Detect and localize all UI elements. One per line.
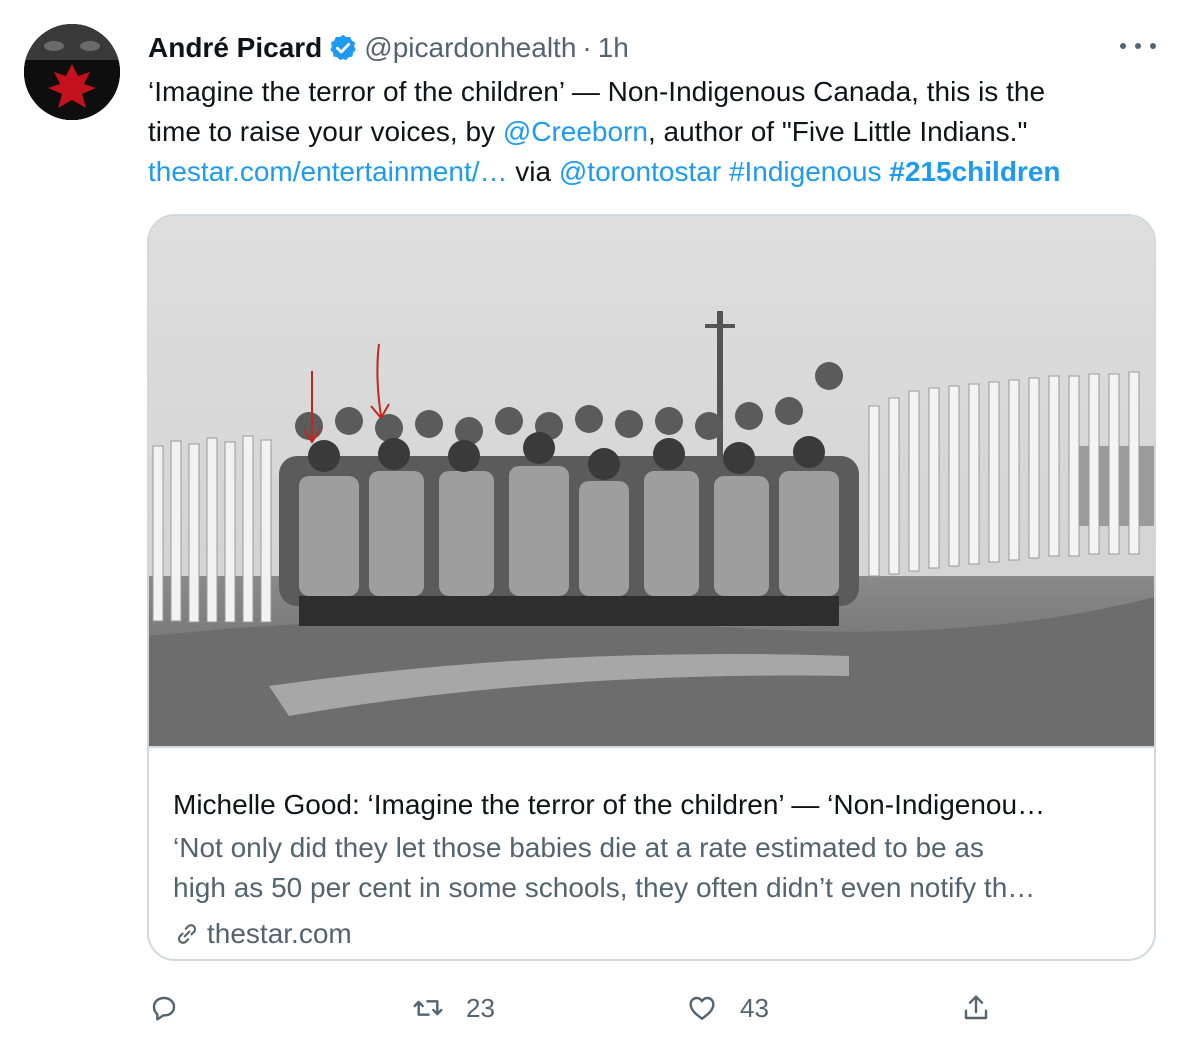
tweet-actions: 23 43 [148,986,1158,1030]
card-domain-text: thestar.com [207,918,352,949]
card-description-line: ‘Not only did they let those babies die … [173,832,984,863]
avatar[interactable] [24,24,120,120]
separator: · [582,32,592,63]
tweet-text-segment: , author of "Five Little Indians." [647,116,1028,147]
card-description: ‘Not only did they let those babies die … [173,828,1133,908]
like-button[interactable]: 43 [686,986,769,1030]
retweet-button[interactable]: 23 [412,986,495,1030]
tweet-line-3: thestar.com/entertainment/… via @toronto… [148,152,1158,192]
more-icon[interactable] [1120,32,1156,60]
avatar-image [24,24,120,120]
like-icon [689,996,715,1020]
author-name[interactable]: André Picard [148,32,322,64]
card-domain: thestar.com [173,918,352,950]
hashtag-indigenous[interactable]: #Indigenous [729,156,882,187]
card-body: Michelle Good: ‘Imagine the terror of th… [149,746,1154,959]
mention-creeborn[interactable]: @Creeborn [503,116,648,147]
card-image [149,216,1154,746]
reply-button[interactable] [148,986,180,1030]
tweet-text: ‘Imagine the terror of the children’ — N… [148,72,1158,192]
tweet-text-segment: time to raise your voices, by [148,116,503,147]
retweet-count: 23 [466,992,495,1023]
author-handle[interactable]: @picardonhealth [364,32,576,64]
mention-torontostar[interactable]: @torontostar [559,156,721,187]
timestamp[interactable]: 1h [598,32,629,64]
link-icon [177,924,197,944]
verified-icon [330,34,357,61]
tweet: André Picard @picardonhealth · 1h ‘Imagi… [0,0,1184,1044]
hashtag-215children[interactable]: #215children [889,156,1060,187]
tweet-line-1: ‘Imagine the terror of the children’ — N… [148,76,1046,107]
article-link[interactable]: thestar.com/entertainment/… [148,156,508,187]
retweet-icon [413,1000,443,1016]
like-count: 43 [740,992,769,1023]
tweet-header: André Picard @picardonhealth · 1h [148,28,629,68]
link-card[interactable]: Michelle Good: ‘Imagine the terror of th… [147,214,1156,961]
share-icon [964,995,988,1020]
card-description-line: high as 50 per cent in some schools, the… [173,872,1036,903]
card-title: Michelle Good: ‘Imagine the terror of th… [173,789,1046,820]
tweet-line-2: time to raise your voices, by @Creeborn,… [148,112,1158,152]
share-button[interactable] [960,986,992,1030]
reply-icon [152,996,176,1021]
via-text: via [507,156,559,187]
